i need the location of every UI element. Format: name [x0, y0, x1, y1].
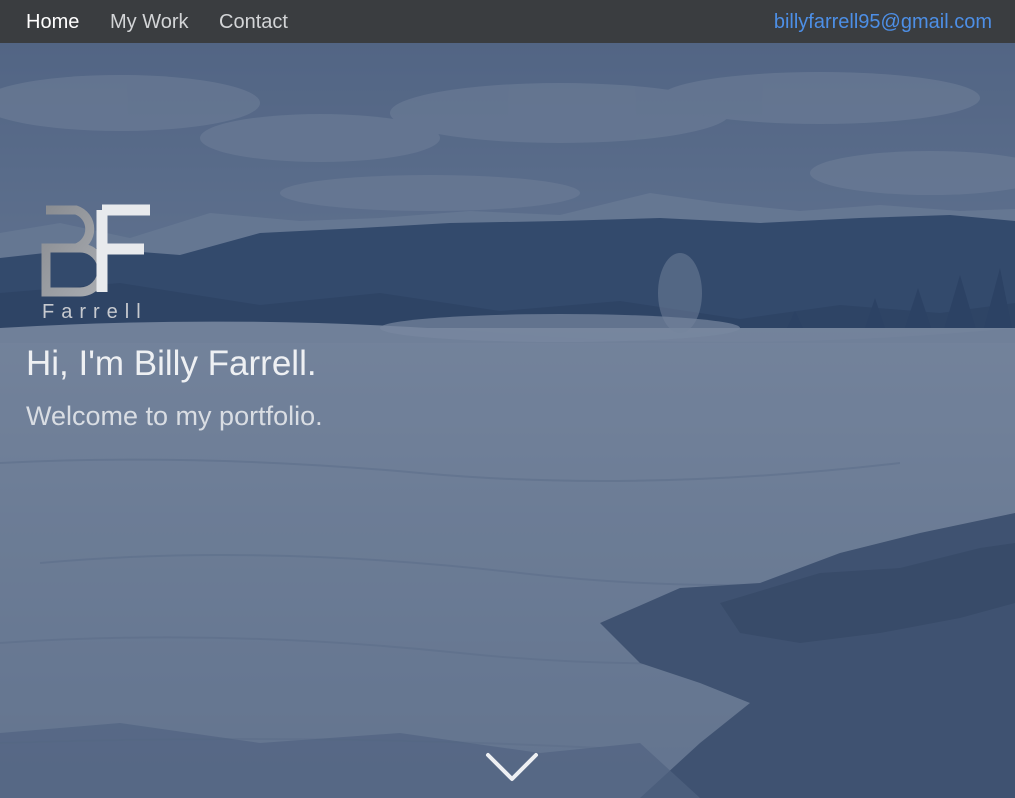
hero-section: Farrell Hi, I'm Billy Farrell. Welcome t… — [0, 43, 1015, 798]
top-navbar: Home My Work Contact billyfarrell95@gmai… — [0, 0, 1015, 43]
nav-link-my-work[interactable]: My Work — [110, 10, 189, 34]
bf-logo: Farrell — [41, 204, 150, 323]
chevron-down-icon[interactable] — [484, 751, 540, 785]
email-link[interactable]: billyfarrell95@gmail.com — [774, 10, 992, 34]
hero-headline: Hi, I'm Billy Farrell. — [26, 344, 317, 383]
hero-subline: Welcome to my portfolio. — [26, 401, 323, 431]
logo-wordmark: Farrell — [42, 301, 148, 323]
nav-link-contact[interactable]: Contact — [219, 10, 288, 34]
nav-link-home[interactable]: Home — [26, 10, 79, 34]
